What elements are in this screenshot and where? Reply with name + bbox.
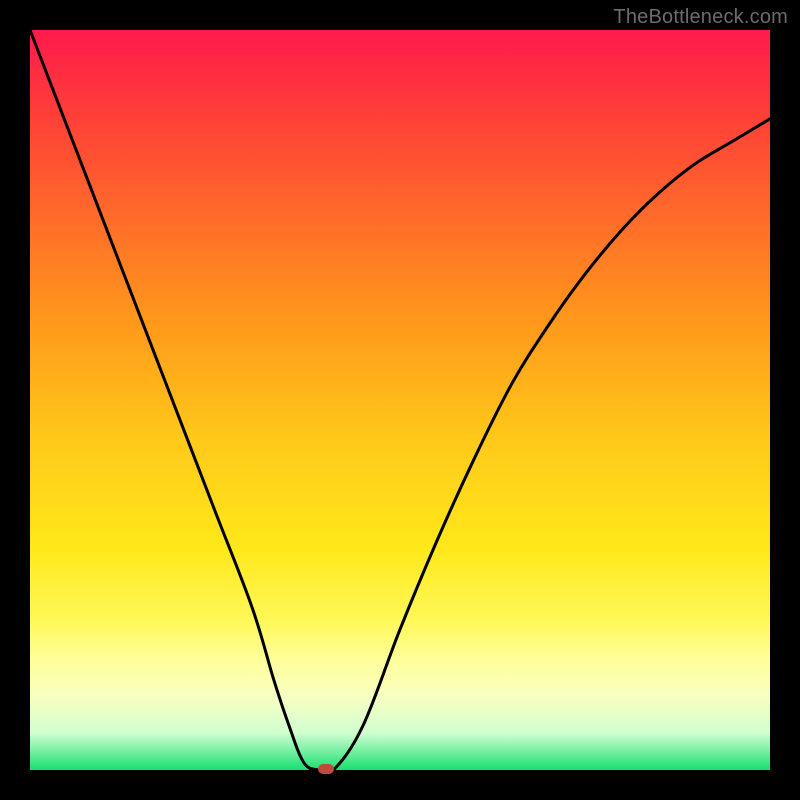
curve-svg — [30, 30, 770, 770]
minimum-marker — [318, 764, 334, 774]
bottleneck-curve-path — [30, 30, 770, 774]
plot-area — [30, 30, 770, 770]
attribution-text: TheBottleneck.com — [613, 6, 788, 29]
chart-frame: TheBottleneck.com — [0, 0, 800, 800]
